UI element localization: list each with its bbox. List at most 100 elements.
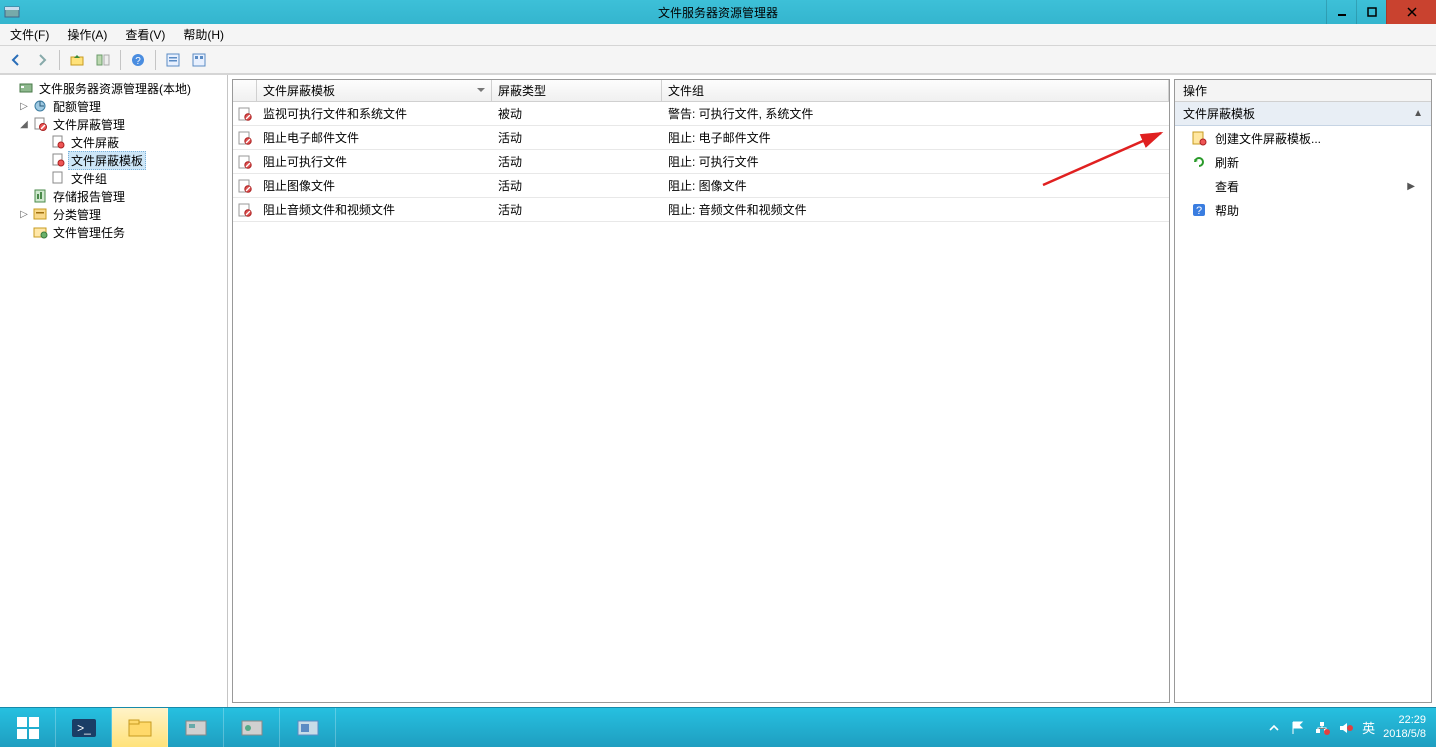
screen-item-icon: [50, 134, 66, 150]
tree-label: 文件组: [68, 170, 110, 187]
system-tray: 英 22:29 2018/5/8: [1256, 708, 1436, 747]
menu-help[interactable]: 帮助(H): [179, 24, 228, 45]
center-pane: 文件屏蔽模板 屏蔽类型 文件组 监视可执行文件和系统文件被动警告: 可执行文件,…: [228, 75, 1174, 707]
tree-screens[interactable]: 文件屏蔽: [0, 133, 227, 151]
network-icon[interactable]: [1314, 720, 1330, 736]
col-type[interactable]: 屏蔽类型: [492, 80, 662, 101]
template-table: 文件屏蔽模板 屏蔽类型 文件组 监视可执行文件和系统文件被动警告: 可执行文件,…: [232, 79, 1170, 703]
row-icon: [233, 106, 257, 122]
close-button[interactable]: [1386, 0, 1436, 24]
table-row[interactable]: 阻止可执行文件活动阻止: 可执行文件: [233, 150, 1169, 174]
table-row[interactable]: 监视可执行文件和系统文件被动警告: 可执行文件, 系统文件: [233, 102, 1169, 126]
task-powershell[interactable]: >_: [56, 708, 112, 747]
cell-groups: 阻止: 可执行文件: [662, 153, 1169, 170]
table-body: 监视可执行文件和系统文件被动警告: 可执行文件, 系统文件阻止电子邮件文件活动阻…: [233, 102, 1169, 702]
tree-templates[interactable]: 文件屏蔽模板: [0, 151, 227, 169]
start-button[interactable]: [0, 708, 56, 747]
template-item-icon: [50, 152, 66, 168]
svg-text:?: ?: [1196, 205, 1202, 217]
action-view[interactable]: 查看 ▶: [1175, 174, 1431, 198]
action-refresh[interactable]: 刷新: [1175, 150, 1431, 174]
taskbar-spacer: [336, 708, 1256, 747]
col-icon[interactable]: [233, 80, 257, 101]
help-button[interactable]: ?: [126, 49, 150, 71]
screen-icon: [32, 116, 48, 132]
view2-button[interactable]: [187, 49, 211, 71]
cell-groups: 阻止: 音频文件和视频文件: [662, 201, 1169, 218]
expand-icon[interactable]: ▷: [18, 209, 30, 220]
action-create-template[interactable]: 创建文件屏蔽模板...: [1175, 126, 1431, 150]
table-row[interactable]: 阻止图像文件活动阻止: 图像文件: [233, 174, 1169, 198]
tree-label: 文件屏蔽管理: [50, 116, 128, 133]
clock-time: 22:29: [1383, 714, 1426, 727]
group-title: 文件屏蔽模板: [1183, 105, 1255, 122]
classification-icon: [32, 206, 48, 222]
tray-up-icon[interactable]: [1266, 720, 1282, 736]
clock-date: 2018/5/8: [1383, 728, 1426, 741]
tree-reports[interactable]: 存储报告管理: [0, 187, 227, 205]
cell-groups: 警告: 可执行文件, 系统文件: [662, 105, 1169, 122]
task-servermgr[interactable]: [168, 708, 224, 747]
tree-root[interactable]: 文件服务器资源管理器(本地): [0, 79, 227, 97]
task-fsrm[interactable]: [280, 708, 336, 747]
main-area: 文件服务器资源管理器(本地) ▷ 配额管理 ◢ 文件屏蔽管理 文件屏蔽 文件屏蔽…: [0, 74, 1436, 707]
cell-type: 活动: [492, 177, 662, 194]
cell-name: 监视可执行文件和系统文件: [257, 105, 492, 122]
row-icon: [233, 130, 257, 146]
tree-tasks[interactable]: 文件管理任务: [0, 223, 227, 241]
cell-name: 阻止音频文件和视频文件: [257, 201, 492, 218]
reports-icon: [32, 188, 48, 204]
task-explorer[interactable]: [112, 708, 168, 747]
volume-icon[interactable]: [1338, 720, 1354, 736]
tree-classification[interactable]: ▷ 分类管理: [0, 205, 227, 223]
col-groups[interactable]: 文件组: [662, 80, 1169, 101]
tree-label: 配额管理: [50, 98, 104, 115]
chevron-right-icon: ▶: [1407, 181, 1415, 192]
back-button[interactable]: [4, 49, 28, 71]
clock[interactable]: 22:29 2018/5/8: [1383, 714, 1426, 740]
actions-pane: 操作 文件屏蔽模板 ▲ 创建文件屏蔽模板... 刷新 查看 ▶ ? 帮助: [1174, 79, 1432, 703]
tasks-icon: [32, 224, 48, 240]
table-row[interactable]: 阻止音频文件和视频文件活动阻止: 音频文件和视频文件: [233, 198, 1169, 222]
expand-icon[interactable]: ▷: [18, 101, 30, 112]
cell-name: 阻止图像文件: [257, 177, 492, 194]
svg-text:>_: >_: [77, 721, 91, 735]
cell-name: 阻止可执行文件: [257, 153, 492, 170]
group-item-icon: [50, 170, 66, 186]
menu-action[interactable]: 操作(A): [63, 24, 111, 45]
quota-icon: [32, 98, 48, 114]
tree-screen-mgmt[interactable]: ◢ 文件屏蔽管理: [0, 115, 227, 133]
tree-groups[interactable]: 文件组: [0, 169, 227, 187]
col-template[interactable]: 文件屏蔽模板: [257, 80, 492, 101]
action-label: 帮助: [1215, 202, 1239, 219]
action-help[interactable]: ? 帮助: [1175, 198, 1431, 222]
window-title: 文件服务器资源管理器: [658, 4, 778, 21]
row-icon: [233, 154, 257, 170]
actions-group-header[interactable]: 文件屏蔽模板 ▲: [1175, 102, 1431, 126]
toolbar-separator: [155, 50, 156, 70]
menu-file[interactable]: 文件(F): [6, 24, 53, 45]
minimize-button[interactable]: [1326, 0, 1356, 24]
nav-tree: 文件服务器资源管理器(本地) ▷ 配额管理 ◢ 文件屏蔽管理 文件屏蔽 文件屏蔽…: [0, 75, 228, 707]
forward-button[interactable]: [30, 49, 54, 71]
view1-button[interactable]: [161, 49, 185, 71]
tree-label: 文件服务器资源管理器(本地): [36, 80, 194, 97]
tree-quota[interactable]: ▷ 配额管理: [0, 97, 227, 115]
tree-label: 文件管理任务: [50, 224, 128, 241]
up-button[interactable]: [65, 49, 89, 71]
maximize-button[interactable]: [1356, 0, 1386, 24]
taskbar: >_ 英 22:29 2018/5/8: [0, 707, 1436, 747]
action-label: 查看: [1215, 178, 1239, 195]
cell-groups: 阻止: 电子邮件文件: [662, 129, 1169, 146]
table-row[interactable]: 阻止电子邮件文件活动阻止: 电子邮件文件: [233, 126, 1169, 150]
collapse-icon[interactable]: ◢: [18, 119, 30, 130]
tree-label: 文件屏蔽: [68, 134, 122, 151]
task-app2[interactable]: [224, 708, 280, 747]
flag-icon[interactable]: [1290, 720, 1306, 736]
menu-view[interactable]: 查看(V): [121, 24, 169, 45]
ime-indicator[interactable]: 英: [1362, 718, 1375, 737]
help-icon: ?: [1191, 202, 1207, 218]
collapse-icon[interactable]: ▲: [1413, 108, 1423, 119]
blank-icon: [1191, 178, 1207, 194]
show-hide-button[interactable]: [91, 49, 115, 71]
